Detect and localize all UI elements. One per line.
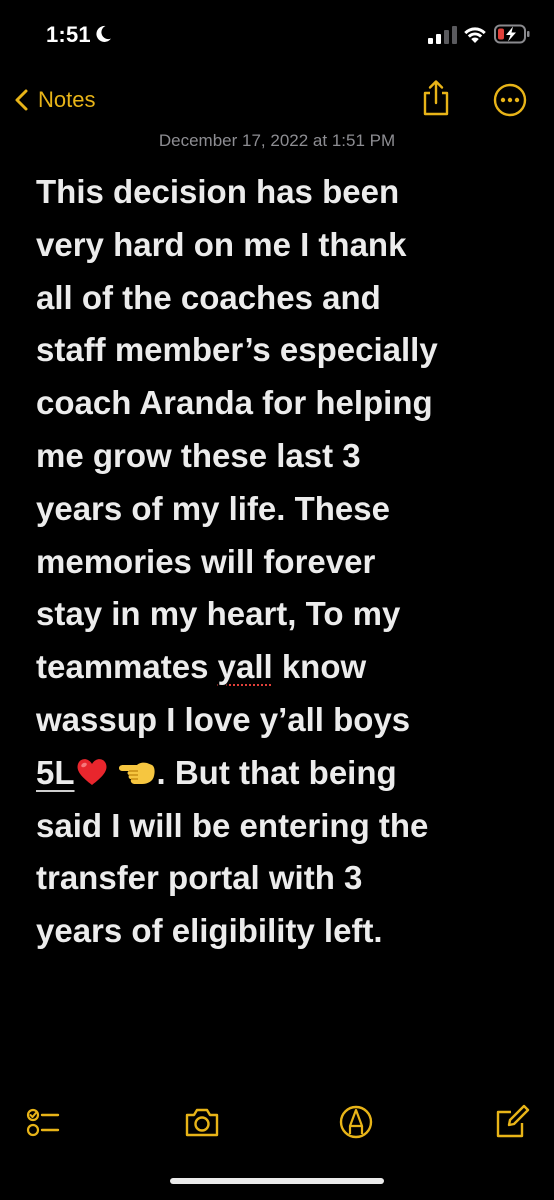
checklist-icon[interactable] bbox=[24, 1102, 64, 1142]
red-heart-emoji bbox=[77, 758, 107, 785]
note-line: teammates yall know bbox=[36, 641, 536, 694]
note-body[interactable]: This decision has been very hard on me I… bbox=[36, 166, 536, 958]
backhand-index-pointing-left-emoji bbox=[118, 762, 155, 784]
note-text-fragment: . But that being bbox=[156, 753, 397, 791]
home-indicator[interactable] bbox=[170, 1178, 384, 1184]
back-button[interactable]: Notes bbox=[12, 82, 95, 118]
note-text-fragment: teammates bbox=[36, 648, 218, 686]
misspelled-word: yall bbox=[217, 648, 273, 686]
moon-icon bbox=[96, 25, 111, 42]
status-time: 1:51 bbox=[46, 22, 91, 47]
note-line: me grow these last 3 bbox=[36, 436, 361, 474]
note-line: years of eligibility left. bbox=[36, 912, 383, 950]
camera-icon[interactable] bbox=[182, 1102, 222, 1142]
note-date: December 17, 2022 at 1:51 PM bbox=[158, 131, 396, 150]
note-line: very hard on me I thank bbox=[36, 225, 407, 263]
note-line: transfer portal with 3 bbox=[36, 859, 363, 897]
underlined-text: 5L bbox=[36, 753, 75, 791]
note-line: staff member’s especially bbox=[36, 331, 438, 369]
note-line: years of my life. These bbox=[36, 489, 390, 527]
note-line: wassup I love y’all boys bbox=[36, 700, 411, 738]
note-text-fragment: know bbox=[272, 648, 367, 686]
status-bar: 1:51 bbox=[0, 0, 554, 70]
cellular-signal-icon bbox=[428, 26, 457, 44]
back-button-label: Notes bbox=[38, 87, 96, 112]
bottom-toolbar bbox=[0, 1094, 554, 1154]
note-line: memories will forever bbox=[36, 542, 376, 580]
compose-icon[interactable] bbox=[492, 1102, 532, 1142]
chevron-left-icon bbox=[15, 89, 28, 111]
nav-bar: Notes bbox=[0, 72, 554, 128]
note-line: 5L . But that being bbox=[36, 747, 536, 800]
note-line: stay in my heart, To my bbox=[36, 595, 401, 633]
more-options-icon[interactable] bbox=[492, 82, 528, 118]
wifi-icon bbox=[464, 27, 486, 43]
share-icon[interactable] bbox=[418, 78, 454, 118]
note-line: said I will be entering the bbox=[36, 806, 429, 844]
note-line: coach Aranda for helping bbox=[36, 384, 433, 422]
battery-low-charging-icon bbox=[494, 24, 530, 44]
markup-pen-icon[interactable] bbox=[336, 1102, 376, 1142]
note-line: This decision has been bbox=[36, 173, 400, 210]
note-line: all of the coaches and bbox=[36, 278, 381, 316]
